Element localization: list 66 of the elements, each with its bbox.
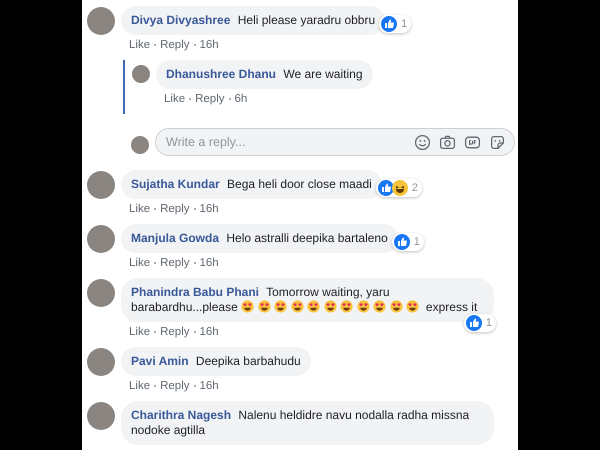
like-icon — [378, 180, 394, 196]
heart-eyes-emoji-icon — [258, 300, 271, 313]
heart-eyes-emoji-icon — [390, 300, 403, 313]
commenter-name[interactable]: Divya Divyashree — [131, 13, 230, 27]
avatar-photo[interactable] — [132, 65, 150, 83]
reply-input[interactable]: Write a reply... — [166, 135, 406, 149]
timestamp[interactable]: 16h — [200, 39, 219, 51]
heart-eyes-emoji-icon — [241, 300, 254, 313]
action-link[interactable]: Reply — [160, 203, 190, 215]
action-link[interactable]: Like — [129, 39, 150, 51]
sticker-icon[interactable] — [489, 134, 506, 150]
heart-eyes-emoji-icon — [373, 300, 386, 313]
avatar-photo[interactable] — [87, 402, 115, 430]
avatar-photo[interactable] — [87, 225, 115, 253]
heart-eyes-emoji-icon — [406, 300, 420, 313]
heart-eyes-emoji-icon — [274, 300, 288, 313]
avatar-photo[interactable] — [87, 171, 115, 199]
commenter-name[interactable]: Pavi Amin — [131, 354, 189, 368]
like-icon — [394, 234, 410, 250]
like-icon — [381, 16, 398, 32]
gif-icon[interactable] — [464, 134, 481, 150]
avatar-photo[interactable] — [87, 348, 115, 376]
heart-eyes-emoji-icon — [340, 300, 354, 313]
heart-eyes-emoji-icon — [290, 300, 304, 313]
reply-field[interactable]: Write a reply... — [155, 128, 515, 156]
heart-eyes-emoji-icon — [356, 300, 370, 313]
comment-text: Charithra Nagesh Nalenu heldidre navu nodalla radha missna nodoke agtilla — [131, 408, 470, 438]
like-icon — [466, 315, 482, 331]
comment-text: Pavi Amin Deepika barbahudu — [131, 354, 301, 369]
emoji-icon[interactable] — [414, 134, 431, 150]
commenter-name[interactable]: Charithra Nagesh — [131, 408, 232, 422]
comment-text: Dhanushree Dhanu We are waiting — [166, 67, 362, 82]
commenter-name[interactable]: Manjula Gowda — [131, 231, 220, 245]
heart-eyes-emoji-icon — [324, 300, 337, 313]
action-link[interactable]: Reply — [195, 93, 225, 105]
action-link[interactable]: Like — [129, 326, 150, 338]
action-link[interactable]: Reply — [160, 380, 190, 392]
reaction-badge[interactable]: 1 — [392, 233, 424, 251]
comment-text: Phanindra Babu Phani Tomorrow waiting, yaru barabardhu...please express it — [131, 285, 478, 315]
commenter-name[interactable]: Phanindra Babu Phani — [131, 285, 260, 299]
action-link[interactable]: Like — [129, 380, 150, 392]
timestamp[interactable]: 16h — [200, 326, 219, 338]
avatar-photo[interactable] — [131, 136, 149, 154]
comment-text: Manjula Gowda Helo astralli deepika bartaleno — [131, 231, 388, 246]
action-link[interactable]: Like — [129, 203, 150, 215]
comment-text: Divya Divyashree Heli please yaradru obbru — [131, 13, 376, 28]
timestamp[interactable]: 6h — [234, 93, 248, 105]
reaction-badge[interactable]: 1 — [464, 314, 496, 332]
commenter-name[interactable]: Sujatha Kundar — [131, 177, 220, 191]
action-link[interactable]: Reply — [160, 257, 190, 269]
action-link[interactable]: Like — [164, 93, 186, 105]
avatar-photo[interactable] — [87, 279, 115, 307]
action-link[interactable]: Reply — [160, 326, 190, 338]
laughing-emoji-icon — [392, 180, 408, 196]
heart-eyes-emoji-icon — [307, 300, 320, 313]
timestamp[interactable]: 16h — [200, 203, 219, 215]
commenter-name[interactable]: Dhanushree Dhanu — [166, 67, 276, 81]
reaction-badge[interactable]: 2 — [376, 179, 422, 197]
action-link[interactable]: Reply — [160, 39, 190, 51]
action-link[interactable]: Like — [129, 257, 150, 269]
comment-text: Sujatha Kundar Bega heli door close maadi — [131, 177, 372, 192]
camera-icon[interactable] — [439, 134, 456, 150]
avatar-photo[interactable] — [87, 7, 115, 35]
timestamp[interactable]: 16h — [200, 257, 219, 269]
reaction-badge[interactable]: 1 — [379, 15, 412, 33]
timestamp[interactable]: 16h — [200, 380, 219, 392]
